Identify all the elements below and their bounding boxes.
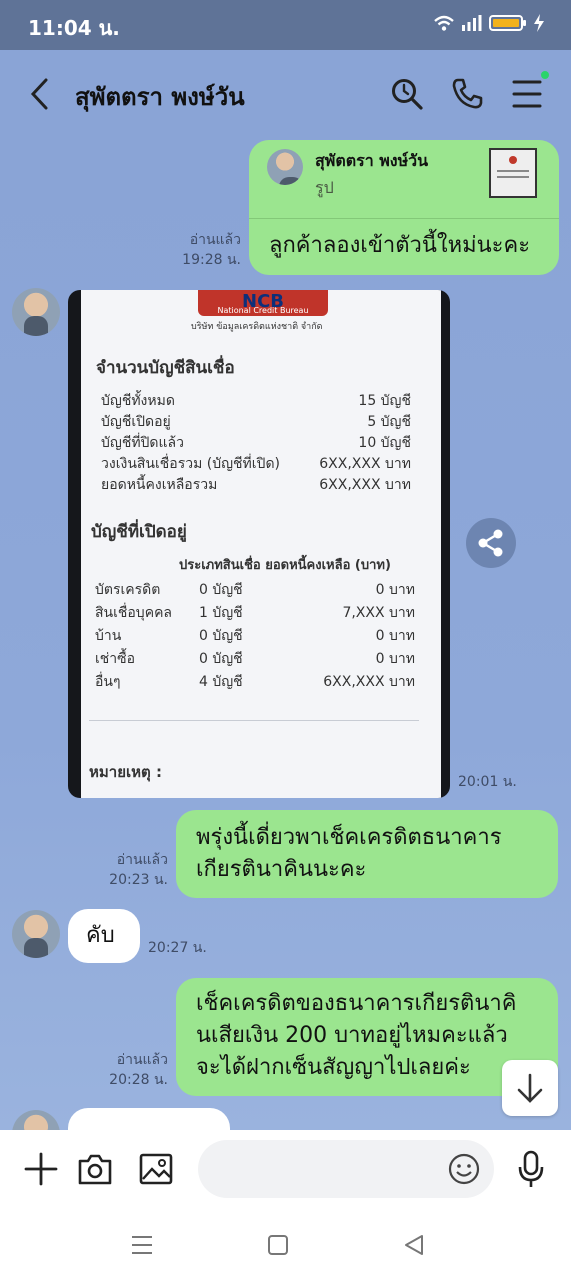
incoming-message-bubble[interactable] — [68, 1108, 230, 1130]
read-status: อ่านแล้ว — [116, 1052, 168, 1068]
recent-apps-icon[interactable] — [130, 1234, 154, 1256]
sender-avatar[interactable] — [12, 910, 60, 958]
doc-cell-type: สินเชื่อบุคคล — [95, 605, 173, 621]
status-time: 11:04 น. — [28, 16, 120, 40]
message-line: พรุ่งนี้เดี่ยวพาเช็คเครดิตธนาคาร — [196, 825, 502, 850]
message-text: พรุ่งนี้เดี่ยวพาเช็คเครดิตธนาคาร เกียรติ… — [196, 822, 502, 886]
microphone-icon[interactable] — [516, 1150, 546, 1190]
credit-report-photo: NCB National Credit Bureau บริษัท ข้อมูล… — [81, 290, 441, 798]
message-meta: อ่านแล้ว 20:28 น. — [109, 1050, 168, 1090]
search-icon[interactable] — [390, 77, 424, 111]
camera-icon[interactable] — [77, 1152, 113, 1186]
message-input[interactable] — [198, 1140, 494, 1198]
doc-table-header: ประเภทสินเชื่อ ยอดหนี้คงเหลือ (บาท) — [179, 558, 391, 573]
battery-icon — [489, 15, 526, 31]
doc-row-value: 15 บัญชี — [358, 393, 411, 409]
system-nav-bar — [0, 1210, 571, 1280]
status-icons — [433, 14, 545, 32]
message-time: 20:23 น. — [109, 872, 168, 888]
reply-sender: สุพัตตรา พงษ์วัน — [315, 151, 429, 170]
doc-section-accounts: จำนวนบัญชีสินเชื่อ — [96, 358, 235, 378]
message-text: ลูกค้าลองเข้าตัวนี้ใหม่นะคะ — [269, 233, 531, 258]
incoming-message-bubble[interactable]: คับ — [68, 909, 140, 963]
doc-cell-type: บ้าน — [95, 628, 122, 644]
emoji-icon[interactable] — [448, 1153, 480, 1185]
message-bubble[interactable]: เช็คเครดิตของธนาคารเกียรตินาคิ นเสียเงิน… — [176, 978, 558, 1096]
reply-divider — [249, 218, 559, 219]
photo-message[interactable]: NCB National Credit Bureau บริษัท ข้อมูล… — [68, 290, 450, 798]
doc-cell-count: 0 บัญชี — [199, 651, 243, 667]
doc-cell-amount: 6XX,XXX บาท — [323, 674, 415, 690]
signal-icon — [462, 15, 482, 31]
message-meta: อ่านแล้ว 20:23 น. — [109, 850, 168, 890]
read-status: อ่านแล้ว — [116, 852, 168, 868]
share-icon — [478, 529, 503, 557]
doc-section-open: บัญชีที่เปิดอยู่ — [91, 522, 187, 542]
message-line: เกียรตินาคินนะคะ — [196, 857, 367, 882]
doc-row-label: บัญชีที่ปิดแล้ว — [101, 435, 184, 451]
share-button[interactable] — [466, 518, 516, 568]
doc-row-value: 5 บัญชี — [367, 414, 411, 430]
chat-area[interactable]: อ่านแล้ว 19:28 น. สุพัตตรา พงษ์วัน รูป ล… — [0, 140, 571, 1130]
doc-row-value: 6XX,XXX บาท — [319, 477, 411, 493]
chat-header: สุพัตตรา พงษ์วัน — [0, 50, 571, 140]
message-input-bar — [0, 1130, 571, 1210]
doc-row-label: บัญชีเปิดอยู่ — [101, 414, 171, 430]
doc-cell-type: บัตรเครดิต — [95, 582, 161, 598]
message-time: 20:27 น. — [148, 940, 207, 956]
doc-cell-amount: 0 บาท — [375, 582, 415, 598]
chat-title: สุพัตตรา พงษ์วัน — [75, 83, 245, 111]
reply-avatar — [267, 149, 303, 185]
ncb-logo-sub: National Credit Bureau — [217, 306, 309, 315]
doc-cell-count: 1 บัญชี — [199, 605, 243, 621]
doc-cell-type: อื่นๆ — [95, 674, 121, 690]
sender-avatar[interactable] — [12, 288, 60, 336]
doc-cell-count: 0 บัญชี — [199, 582, 243, 598]
charging-icon — [534, 14, 544, 32]
doc-row-value: 6XX,XXX บาท — [319, 456, 411, 472]
notification-dot — [541, 71, 549, 79]
doc-note: หมายเหตุ : — [89, 763, 162, 781]
back-nav-icon[interactable] — [403, 1234, 425, 1256]
reply-message-bubble[interactable]: สุพัตตรา พงษ์วัน รูป ลูกค้าลองเข้าตัวนี้… — [249, 140, 559, 275]
doc-cell-count: 4 บัญชี — [199, 674, 243, 690]
status-bar: 11:04 น. — [0, 0, 571, 50]
home-icon[interactable] — [267, 1234, 289, 1256]
message-meta: อ่านแล้ว 19:28 น. — [182, 230, 241, 270]
message-bubble[interactable]: พรุ่งนี้เดี่ยวพาเช็คเครดิตธนาคาร เกียรติ… — [176, 810, 558, 898]
message-line: จะได้ฝากเซ็นสัญญาไปเลยค่ะ — [196, 1055, 471, 1080]
phone-icon[interactable] — [450, 77, 484, 111]
doc-row-value: 10 บัญชี — [358, 435, 411, 451]
message-text: เช็คเครดิตของธนาคารเกียรตินาคิ นเสียเงิน… — [196, 988, 516, 1084]
ncb-company: บริษัท ข้อมูลเครดิตแห่งชาติ จำกัด — [191, 322, 323, 332]
plus-icon[interactable] — [24, 1152, 58, 1186]
reply-type: รูป — [315, 178, 334, 197]
wifi-icon — [434, 15, 454, 31]
message-text: คับ — [86, 923, 115, 948]
doc-divider — [89, 720, 419, 721]
scroll-to-bottom-button[interactable] — [502, 1060, 558, 1116]
sender-avatar[interactable] — [12, 1110, 60, 1130]
doc-cell-amount: 0 บาท — [375, 651, 415, 667]
doc-cell-count: 0 บัญชี — [199, 628, 243, 644]
doc-cell-amount: 7,XXX บาท — [342, 605, 415, 621]
reply-thumbnail — [489, 148, 537, 198]
image-icon[interactable] — [138, 1152, 174, 1186]
read-status: อ่านแล้ว — [189, 232, 241, 248]
message-line: นเสียเงิน 200 บาทอยู่ไหมคะแล้ว — [196, 1023, 508, 1048]
arrow-down-icon — [517, 1073, 543, 1103]
back-arrow-icon[interactable] — [28, 77, 52, 111]
message-time: 20:28 น. — [109, 1072, 168, 1088]
doc-row-label: ยอดหนี้คงเหลือรวม — [101, 477, 218, 493]
doc-row-label: วงเงินสินเชื่อรวม (บัญชีที่เปิด) — [101, 456, 280, 472]
message-time: 20:01 น. — [458, 774, 517, 790]
menu-icon[interactable] — [512, 77, 542, 111]
doc-cell-amount: 0 บาท — [375, 628, 415, 644]
message-line: เช็คเครดิตของธนาคารเกียรตินาคิ — [196, 991, 517, 1016]
doc-cell-type: เช่าซื้อ — [95, 651, 136, 667]
message-time: 19:28 น. — [182, 252, 241, 268]
doc-row-label: บัญชีทั้งหมด — [101, 393, 175, 409]
